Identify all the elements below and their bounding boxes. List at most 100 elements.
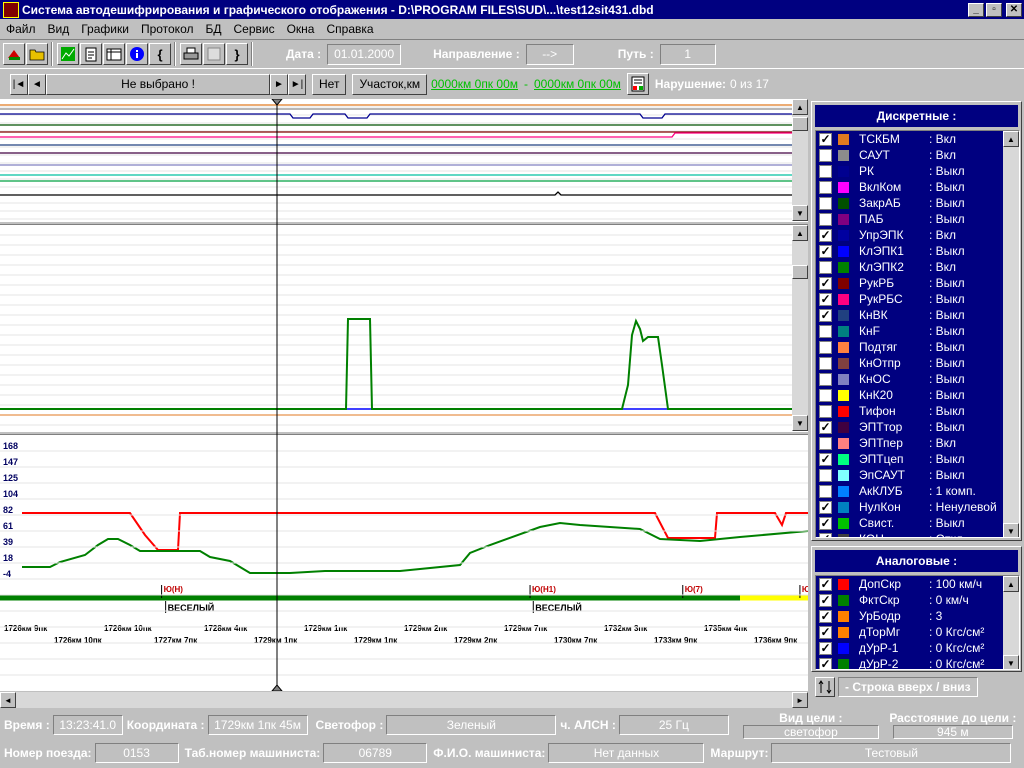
menu-view[interactable]: Вид xyxy=(42,22,76,36)
violations-list-button[interactable] xyxy=(626,73,649,95)
discrete-list-scrollbar[interactable]: ▲ ▼ xyxy=(1003,131,1019,537)
discrete-item[interactable]: КнОС: Выкл xyxy=(816,371,1019,387)
menu-service[interactable]: Сервис xyxy=(228,22,281,36)
discrete-checkbox[interactable] xyxy=(819,372,832,386)
discrete-checkbox[interactable] xyxy=(819,164,832,178)
discrete-item[interactable]: ✓ УпрЭПК: Вкл xyxy=(816,227,1019,243)
import-button[interactable] xyxy=(3,43,25,65)
discrete-item[interactable]: ПАБ: Выкл xyxy=(816,211,1019,227)
scroll-up-arrow[interactable]: ▲ xyxy=(1003,576,1019,592)
scroll-down-arrow[interactable]: ▼ xyxy=(792,415,808,431)
discrete-checkbox[interactable] xyxy=(819,196,832,210)
scroll-down-arrow[interactable]: ▼ xyxy=(1003,655,1019,669)
table-button[interactable] xyxy=(103,43,125,65)
discrete-checkbox[interactable]: ✓ xyxy=(819,228,832,242)
info-button[interactable] xyxy=(126,43,148,65)
brace-open-button[interactable]: { xyxy=(149,43,171,65)
first-violation-button[interactable]: |◄ xyxy=(10,73,28,95)
discrete-checkbox[interactable]: ✓ xyxy=(819,244,832,258)
discrete-item[interactable]: КнОтпр: Выкл xyxy=(816,355,1019,371)
scroll-thumb[interactable] xyxy=(792,265,808,279)
discrete-item[interactable]: ✓ Свист.: Выкл xyxy=(816,515,1019,531)
discrete-item[interactable]: ✓ КлЭПК1: Выкл xyxy=(816,243,1019,259)
discrete-item[interactable]: КнF: Выкл xyxy=(816,323,1019,339)
analog-item[interactable]: ✓ дУрР-1: 0 Кгс/см² xyxy=(816,640,1019,656)
discrete-item[interactable]: ✓ ЭПТцеп: Выкл xyxy=(816,451,1019,467)
brace-close-button[interactable]: } xyxy=(226,43,248,65)
analog-item[interactable]: ✓ ФктСкр: 0 км/ч xyxy=(816,592,1019,608)
maximize-button[interactable]: ▫ xyxy=(986,2,1002,17)
discrete-item[interactable]: ВклКом: Выкл xyxy=(816,179,1019,195)
discrete-item[interactable]: ✓ ТСКБМ: Вкл xyxy=(816,131,1019,147)
menu-windows[interactable]: Окна xyxy=(281,22,321,36)
prev-violation-button[interactable]: ◄ xyxy=(28,73,46,95)
discrete-checkbox[interactable] xyxy=(819,324,832,338)
analog-item[interactable]: ✓ дУрР-2: 0 Кгс/см² xyxy=(816,656,1019,669)
scroll-right-arrow[interactable]: ► xyxy=(792,692,808,708)
analog-item[interactable]: ✓ ДопСкр: 100 км/ч xyxy=(816,576,1019,592)
analog-checkbox[interactable]: ✓ xyxy=(819,609,832,623)
menu-graphs[interactable]: Графики xyxy=(75,22,135,36)
print-button[interactable] xyxy=(180,43,202,65)
analog-checkbox[interactable]: ✓ xyxy=(819,641,832,655)
discrete-item[interactable]: Подтяг: Выкл xyxy=(816,339,1019,355)
scroll-up-arrow[interactable]: ▲ xyxy=(1003,131,1019,147)
horizontal-scrollbar[interactable]: ◄ ► xyxy=(0,692,808,708)
discrete-checkbox[interactable]: ✓ xyxy=(819,292,832,306)
discrete-checkbox[interactable]: ✓ xyxy=(819,308,832,322)
analog-item[interactable]: ✓ УрБодр: 3 xyxy=(816,608,1019,624)
report-button[interactable] xyxy=(80,43,102,65)
discrete-item[interactable]: ✓ КнВК: Выкл xyxy=(816,307,1019,323)
scroll-up-arrow[interactable]: ▲ xyxy=(792,225,808,241)
menu-help[interactable]: Справка xyxy=(320,22,379,36)
analog-list-scrollbar[interactable]: ▲ ▼ xyxy=(1003,576,1019,669)
pressure-scrollbar[interactable]: ▲ ▼ xyxy=(792,225,808,431)
analog-checkbox[interactable]: ✓ xyxy=(819,657,832,669)
scroll-left-arrow[interactable]: ◄ xyxy=(0,692,16,708)
discrete-checkbox[interactable] xyxy=(819,356,832,370)
discrete-checkbox[interactable] xyxy=(819,148,832,162)
scroll-thumb[interactable] xyxy=(792,117,808,131)
discrete-item[interactable]: ✓ КОН: Откл xyxy=(816,531,1019,537)
discrete-checkbox[interactable]: ✓ xyxy=(819,276,832,290)
discrete-checkbox[interactable] xyxy=(819,340,832,354)
discrete-item[interactable]: КлЭПК2: Вкл xyxy=(816,259,1019,275)
discrete-item[interactable]: САУТ: Вкл xyxy=(816,147,1019,163)
discrete-checkbox[interactable] xyxy=(819,484,832,498)
discrete-checkbox[interactable] xyxy=(819,468,832,482)
analog-checkbox[interactable]: ✓ xyxy=(819,577,832,591)
scroll-up-arrow[interactable]: ▲ xyxy=(792,99,808,115)
discrete-checkbox[interactable]: ✓ xyxy=(819,516,832,530)
menu-db[interactable]: БД xyxy=(199,22,227,36)
discrete-item[interactable]: ✓ РукРБ: Выкл xyxy=(816,275,1019,291)
discrete-item[interactable]: АкКЛУБ: 1 комп. xyxy=(816,483,1019,499)
minimize-button[interactable]: _ xyxy=(968,2,984,17)
next-violation-button[interactable]: ► xyxy=(270,73,288,95)
discrete-item[interactable]: Тифон: Выкл xyxy=(816,403,1019,419)
preview-button[interactable] xyxy=(203,43,225,65)
discrete-checkbox[interactable]: ✓ xyxy=(819,132,832,146)
discrete-item[interactable]: ✓ РукРБС: Выкл xyxy=(816,291,1019,307)
discrete-checkbox[interactable] xyxy=(819,436,832,450)
discrete-item[interactable]: ЗакрАБ: Выкл xyxy=(816,195,1019,211)
chart-button[interactable] xyxy=(57,43,79,65)
updown-icon[interactable] xyxy=(815,677,835,697)
close-button[interactable]: ✕ xyxy=(1006,2,1022,17)
discrete-checkbox[interactable] xyxy=(819,388,832,402)
discrete-item[interactable]: ✓ НулКон: Ненулевой xyxy=(816,499,1019,515)
discrete-checkbox[interactable] xyxy=(819,180,832,194)
discrete-checkbox[interactable] xyxy=(819,260,832,274)
discrete-checkbox[interactable]: ✓ xyxy=(819,420,832,434)
discrete-checkbox[interactable]: ✓ xyxy=(819,452,832,466)
analog-checkbox[interactable]: ✓ xyxy=(819,593,832,607)
discrete-item[interactable]: КнК20: Выкл xyxy=(816,387,1019,403)
menu-file[interactable]: Файл xyxy=(0,22,42,36)
scroll-down-arrow[interactable]: ▼ xyxy=(792,205,808,221)
discrete-item[interactable]: ЭПТпер: Вкл xyxy=(816,435,1019,451)
discrete-checkbox[interactable]: ✓ xyxy=(819,500,832,514)
scroll-down-arrow[interactable]: ▼ xyxy=(1003,523,1019,537)
discrete-item[interactable]: ЭпСАУТ: Выкл xyxy=(816,467,1019,483)
analog-checkbox[interactable]: ✓ xyxy=(819,625,832,639)
menu-protocol[interactable]: Протокол xyxy=(135,22,200,36)
analog-item[interactable]: ✓ дТорМг: 0 Кгс/см² xyxy=(816,624,1019,640)
